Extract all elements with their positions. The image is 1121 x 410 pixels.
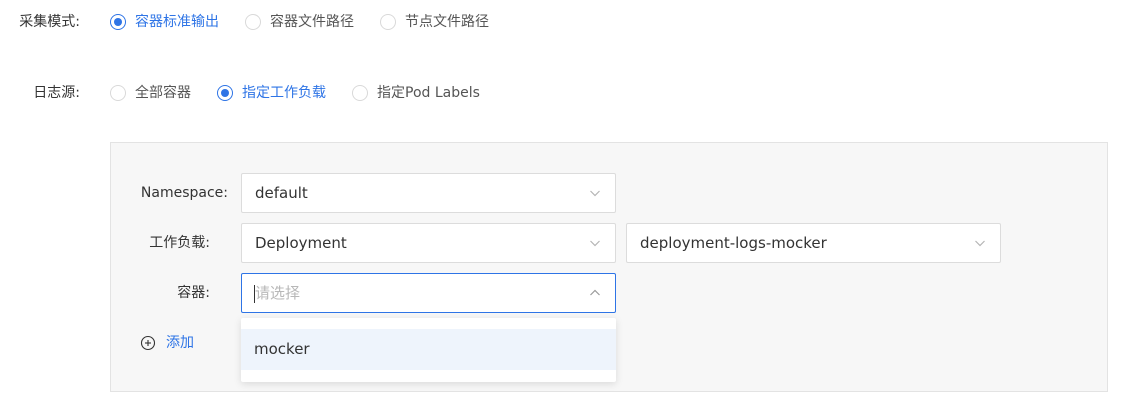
namespace-value: default	[255, 184, 308, 202]
radio-label: 指定Pod Labels	[377, 85, 480, 101]
chevron-down-icon	[590, 190, 600, 197]
workload-type-value: Deployment	[255, 234, 347, 252]
collect-mode-option-stdout[interactable]: 容器标准输出	[110, 12, 219, 32]
chevron-up-icon	[590, 289, 600, 296]
workload-name-select[interactable]: deployment-logs-mocker	[626, 223, 1001, 263]
collect-mode-option-node-path[interactable]: 节点文件路径	[380, 12, 489, 32]
add-label: 添加	[166, 335, 194, 351]
radio-label: 指定工作负载	[242, 85, 326, 101]
collect-mode-radio-group: 容器标准输出 容器文件路径 节点文件路径	[110, 12, 515, 32]
plus-circle-icon	[140, 335, 156, 351]
dropdown-option-mocker[interactable]: mocker	[241, 329, 616, 370]
container-dropdown-menu: mocker	[241, 318, 616, 382]
log-source-option-all[interactable]: 全部容器	[110, 83, 191, 103]
radio-unchecked-icon	[380, 14, 396, 30]
namespace-label: Namespace:	[140, 185, 228, 201]
radio-checked-icon	[110, 14, 126, 30]
log-config-form: 采集模式: 容器标准输出 容器文件路径 节点文件路径 日志源: 全部容器 指定工…	[0, 0, 1121, 410]
namespace-select[interactable]: default	[241, 173, 616, 213]
log-source-option-workload[interactable]: 指定工作负载	[217, 83, 326, 103]
collect-mode-label: 采集模式:	[19, 14, 80, 30]
radio-label: 容器标准输出	[135, 14, 219, 30]
log-source-radio-group: 全部容器 指定工作负载 指定Pod Labels	[110, 83, 506, 103]
container-placeholder: 请选择	[255, 284, 301, 302]
radio-unchecked-icon	[110, 85, 126, 101]
container-label: 容器:	[177, 285, 210, 301]
add-button[interactable]: 添加	[140, 333, 194, 353]
radio-label: 全部容器	[135, 85, 191, 101]
log-source-label: 日志源:	[33, 85, 80, 101]
workload-name-value: deployment-logs-mocker	[640, 234, 827, 252]
log-source-option-pod-labels[interactable]: 指定Pod Labels	[352, 83, 480, 103]
radio-unchecked-icon	[352, 85, 368, 101]
radio-label: 节点文件路径	[405, 14, 489, 30]
radio-label: 容器文件路径	[270, 14, 354, 30]
chevron-down-icon	[975, 240, 985, 247]
workload-type-select[interactable]: Deployment	[241, 223, 616, 263]
dropdown-option-label: mocker	[254, 340, 310, 358]
workload-label: 工作负载:	[149, 235, 210, 251]
collect-mode-option-container-path[interactable]: 容器文件路径	[245, 12, 354, 32]
radio-unchecked-icon	[245, 14, 261, 30]
chevron-down-icon	[590, 240, 600, 247]
radio-checked-icon	[217, 85, 233, 101]
container-select[interactable]: 请选择	[241, 273, 616, 313]
